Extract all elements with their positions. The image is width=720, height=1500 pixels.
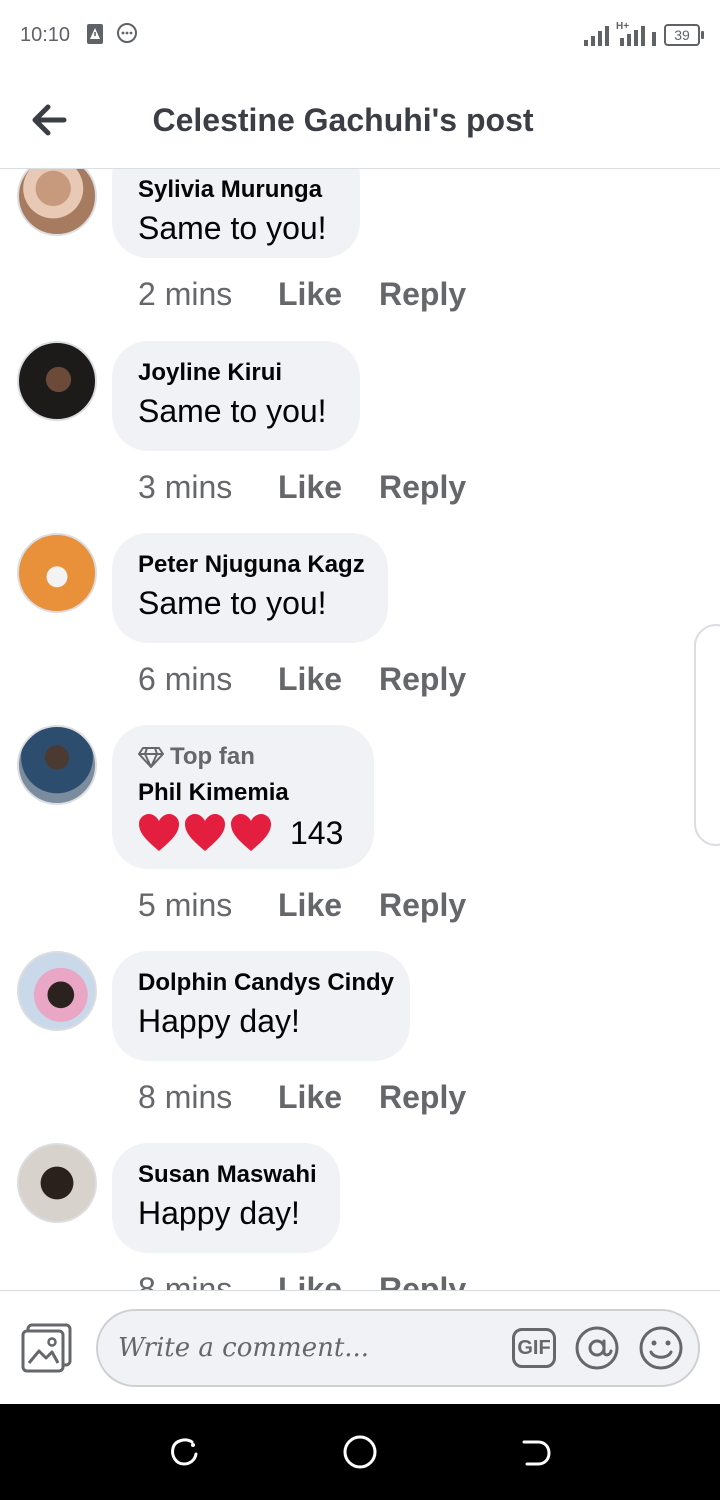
comment-list[interactable]: Sylivia Murunga Same to you! 2 mins Like R… <box>0 169 720 1290</box>
like-button[interactable]: Like <box>278 469 379 506</box>
comment-author[interactable]: Peter Njuguna Kagz <box>138 551 365 579</box>
battery-icon: 39 <box>664 24 704 46</box>
photo-icon[interactable] <box>20 1323 74 1373</box>
status-time: 10:10 <box>20 24 71 46</box>
scroll-handle[interactable] <box>694 624 720 846</box>
comment-actions: 6 mins Like Reply <box>138 661 466 698</box>
signal-small-icon <box>652 32 656 46</box>
status-right-icons: H+ 39 <box>584 20 704 46</box>
reply-button[interactable]: Reply <box>379 469 466 506</box>
comment-bubble: Peter Njuguna Kagz Same to you! <box>112 533 388 643</box>
avatar[interactable] <box>17 725 97 805</box>
page-title: Celestine Gachuhi's post <box>152 102 534 138</box>
reply-button[interactable]: Reply <box>379 661 466 698</box>
comment-input[interactable]: Write a comment... GIF <box>96 1309 700 1387</box>
avatar[interactable] <box>17 1143 97 1223</box>
comment-author[interactable]: Joyline Kirui <box>138 359 334 387</box>
signal-hplus-icon: H+ <box>616 21 645 46</box>
badge-label: Top fan <box>170 743 255 770</box>
heart-emoji-icon <box>231 814 271 851</box>
signal-icon <box>584 26 609 46</box>
comment-actions: 3 mins Like Reply <box>138 469 466 506</box>
avatar[interactable] <box>17 169 97 236</box>
comment-time: 8 mins <box>138 1271 233 1290</box>
comment-time: 5 mins <box>138 887 233 923</box>
back-nav-icon[interactable] <box>518 1434 554 1470</box>
comment-time: 6 mins <box>138 661 233 697</box>
comment-bubble: Joyline Kirui Same to you! <box>112 341 360 451</box>
avatar[interactable] <box>17 533 97 613</box>
comment-bubble: Dolphin Candys Cindy Happy day! <box>112 951 410 1061</box>
comment-author[interactable]: Dolphin Candys Cindy <box>138 969 394 997</box>
comment-text: Happy day! <box>138 1195 300 1231</box>
emoji-icon[interactable] <box>638 1325 684 1371</box>
like-button[interactable]: Like <box>278 1079 379 1116</box>
system-nav-bar <box>0 1404 720 1500</box>
reaction-count: 143 <box>290 814 344 851</box>
diamond-icon <box>138 747 164 768</box>
like-button[interactable]: Like <box>278 1271 379 1290</box>
reply-button[interactable]: Reply <box>379 887 466 924</box>
svg-text:H+: H+ <box>616 21 629 32</box>
comment-text: Same to you! <box>138 393 327 429</box>
comment-actions: 5 mins Like Reply <box>138 887 466 924</box>
home-icon[interactable] <box>342 1434 378 1470</box>
reply-button[interactable]: Reply <box>379 1079 466 1116</box>
like-button[interactable]: Like <box>278 276 379 313</box>
recent-apps-icon[interactable] <box>166 1434 202 1470</box>
app-header: Celestine Gachuhi's post <box>0 72 720 169</box>
comment-time: 2 mins <box>138 276 233 312</box>
comment-actions: 8 mins Like Reply <box>138 1271 466 1290</box>
heart-emoji-icon <box>185 814 225 851</box>
comment-time: 8 mins <box>138 1079 233 1115</box>
comment-composer: Write a comment... GIF <box>0 1290 720 1405</box>
comment-reactions: 143 <box>138 813 348 853</box>
avatar[interactable] <box>17 951 97 1031</box>
comment-text: Same to you! <box>138 585 327 621</box>
avatar[interactable] <box>17 341 97 421</box>
comment-bubble: Susan Maswahi Happy day! <box>112 1143 340 1253</box>
comment-actions: 2 mins Like Reply <box>138 276 466 313</box>
alert-notification-icon <box>86 22 104 51</box>
comment-bubble: Top fan Phil Kimemia 143 <box>112 725 374 869</box>
gif-button[interactable]: GIF <box>512 1328 556 1368</box>
like-button[interactable]: Like <box>278 887 379 924</box>
comment-author[interactable]: Sylivia Murunga <box>138 176 334 204</box>
comment-placeholder: Write a comment... <box>118 1333 370 1363</box>
comment-bubble: Sylivia Murunga Same to you! <box>112 169 360 258</box>
reply-button[interactable]: Reply <box>379 1271 466 1290</box>
more-notification-icon <box>116 22 138 49</box>
reply-button[interactable]: Reply <box>379 276 466 313</box>
status-bar: 10:10 H+ 39 <box>0 0 720 72</box>
comment-author[interactable]: Phil Kimemia <box>138 779 348 807</box>
comment-author[interactable]: Susan Maswahi <box>138 1161 317 1189</box>
top-fan-badge: Top fan <box>138 743 348 771</box>
comment-actions: 8 mins Like Reply <box>138 1079 466 1116</box>
mention-icon[interactable] <box>574 1325 620 1371</box>
like-button[interactable]: Like <box>278 661 379 698</box>
comment-time: 3 mins <box>138 469 233 505</box>
heart-emoji-icon <box>139 814 179 851</box>
comment-text: Happy day! <box>138 1003 300 1039</box>
comment-text: Same to you! <box>138 210 327 246</box>
